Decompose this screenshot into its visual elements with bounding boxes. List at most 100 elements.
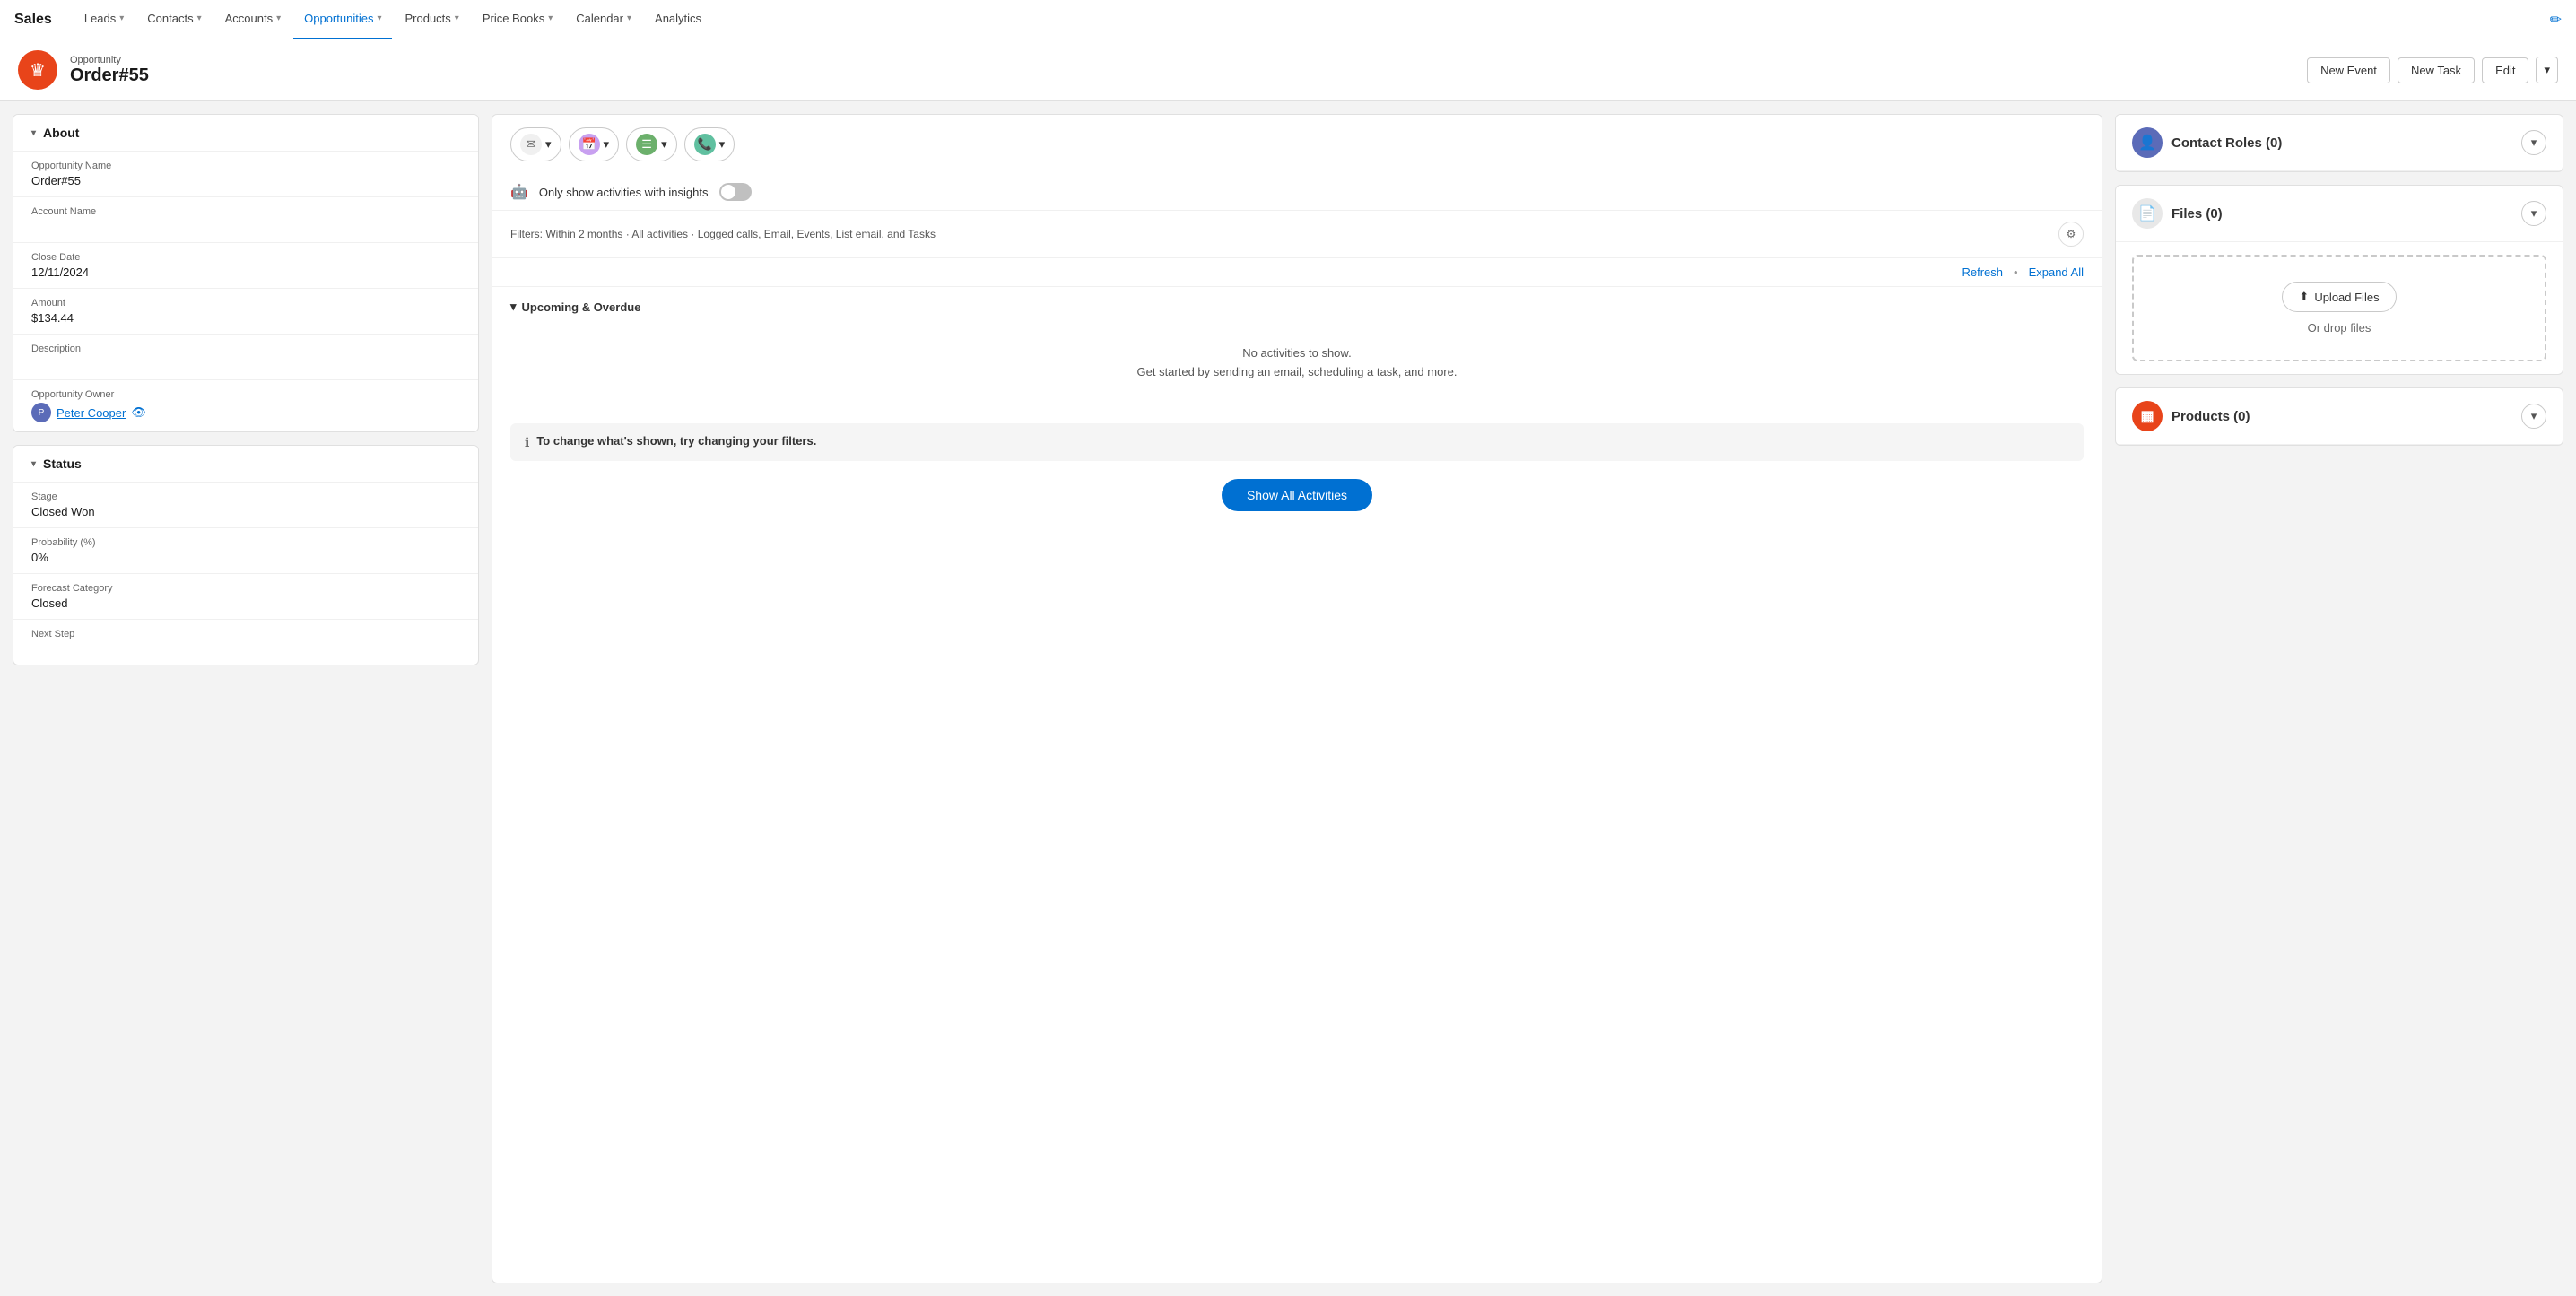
files-dropdown[interactable]: ▾ [2521,201,2546,226]
show-all-activities-button[interactable]: Show All Activities [1222,479,1372,511]
field-label: Forecast Category [31,583,460,594]
change-filters-bar: ℹ To change what's shown, try changing y… [510,423,2084,461]
field-next-step: Next Step ✏ [13,620,478,665]
about-section-header[interactable]: ▾ About [13,115,478,152]
nav-label-analytics: Analytics [655,12,701,25]
main-content: ▾ About Opportunity Name Order#55 ✏ Acco… [0,101,2576,1296]
page-header: ♛ Opportunity Order#55 New Event New Tas… [0,39,2576,101]
field-label: Opportunity Name [31,161,460,171]
nav-item-analytics[interactable]: Analytics [644,0,712,39]
refresh-bar: Refresh • Expand All [492,258,2102,287]
status-section-header[interactable]: ▾ Status [13,446,478,483]
nav-item-price-books[interactable]: Price Books ▾ [472,0,563,39]
new-task-button[interactable]: New Task [2398,57,2475,83]
drop-text: Or drop files [2152,321,2527,335]
products-dropdown[interactable]: ▾ [2521,404,2546,429]
toggle-knob [721,185,735,199]
refresh-link[interactable]: Refresh [1962,265,2003,279]
upcoming-header[interactable]: ▾ Upcoming & Overdue [510,300,2084,314]
products-title: ▦ Products (0) [2132,401,2250,431]
separator: • [2014,265,2018,279]
right-panel: 👤 Contact Roles (0) ▾ 📄 Files (0) ▾ ⬆ Up… [2115,114,2563,1283]
insights-bar: 🤖 Only show activities with insights [492,174,2102,211]
nav-label-accounts: Accounts [225,12,273,25]
field-value: $134.44 [31,311,460,325]
nav-items: Leads ▾ Contacts ▾ Accounts ▾ Opportunit… [74,0,2550,39]
phone-activity-button[interactable]: 📞 ▾ [684,127,735,161]
breadcrumb: Opportunity [70,55,149,65]
contact-roles-header: 👤 Contact Roles (0) ▾ [2116,115,2563,171]
nav-item-contacts[interactable]: Contacts ▾ [136,0,212,39]
calendar-icon: 📅 [579,134,600,155]
edit-icon[interactable]: ✏ [2550,11,2562,29]
email-activity-button[interactable]: ✉ ▾ [510,127,561,161]
chevron-icon: ▾ [604,137,610,152]
chevron-icon: ▾ [197,13,202,23]
field-value [31,357,460,370]
nav-item-opportunities[interactable]: Opportunities ▾ [293,0,392,39]
nav-label-contacts: Contacts [147,12,193,25]
nav-bar: Sales Leads ▾ Contacts ▾ Accounts ▾ Oppo… [0,0,2576,39]
field-stage: Stage Closed Won ✏ [13,483,478,528]
products-label: Products (0) [2171,409,2250,424]
contact-roles-dropdown[interactable]: ▾ [2521,130,2546,155]
upload-files-button[interactable]: ⬆ Upload Files [2282,282,2396,312]
phone-icon: 📞 [694,134,716,155]
edit-button[interactable]: Edit [2482,57,2528,83]
insights-toggle[interactable] [719,183,752,201]
field-value: 0% [31,551,460,564]
change-filters-text: To change what's shown, try changing you… [536,434,816,448]
field-value-row: P Peter Cooper 👁 [31,403,460,422]
chevron-icon: ▾ [719,137,726,152]
products-panel: ▦ Products (0) ▾ [2115,387,2563,446]
nav-item-products[interactable]: Products ▾ [394,0,469,39]
files-icon: 📄 [2132,198,2163,229]
owner-link[interactable]: Peter Cooper [57,406,126,420]
nav-label-opportunities: Opportunities [304,12,373,25]
chevron-icon: ▾ [455,13,459,23]
info-icon: ℹ [525,435,529,450]
contact-roles-panel: 👤 Contact Roles (0) ▾ [2115,114,2563,172]
nav-item-leads[interactable]: Leads ▾ [74,0,135,39]
products-icon: ▦ [2132,401,2163,431]
upload-label: Upload Files [2314,291,2379,304]
field-value: Closed Won [31,505,460,518]
about-panel: ▾ About Opportunity Name Order#55 ✏ Acco… [13,114,479,432]
list-activity-button[interactable]: ☰ ▾ [626,127,677,161]
gear-button[interactable]: ⚙ [2058,222,2084,247]
contact-roles-label: Contact Roles (0) [2171,135,2282,151]
new-event-button[interactable]: New Event [2307,57,2390,83]
field-label: Account Name [31,206,460,217]
field-opportunity-name: Opportunity Name Order#55 ✏ [13,152,478,197]
list-icon: ☰ [636,134,657,155]
field-label: Description [31,344,460,354]
activity-panel: ✉ ▾ 📅 ▾ ☰ ▾ 📞 ▾ 🤖 Only show activities w… [492,114,2102,1283]
field-label: Stage [31,491,460,502]
status-panel: ▾ Status Stage Closed Won ✏ Probability … [13,445,479,665]
upcoming-label: Upcoming & Overdue [522,300,641,314]
filters-text: Filters: Within 2 months · All activitie… [510,228,2051,240]
no-activities-line1: No activities to show. [519,344,2075,363]
field-probability: Probability (%) 0% ✏ [13,528,478,574]
calendar-activity-button[interactable]: 📅 ▾ [569,127,620,161]
products-header: ▦ Products (0) ▾ [2116,388,2563,445]
toggle-icon: ▾ [31,128,36,138]
field-opportunity-owner: Opportunity Owner P Peter Cooper 👁 👤 [13,380,478,431]
chevron-icon: ▾ [276,13,281,23]
field-value [31,642,460,656]
upcoming-section: ▾ Upcoming & Overdue No activities to sh… [492,287,2102,413]
insights-label: Only show activities with insights [539,186,709,199]
more-actions-button[interactable]: ▾ [2536,57,2558,83]
files-panel: 📄 Files (0) ▾ ⬆ Upload Files Or drop fil… [2115,185,2563,375]
field-label: Probability (%) [31,537,460,548]
files-label: Files (0) [2171,206,2223,222]
contact-roles-icon: 👤 [2132,127,2163,158]
nav-item-calendar[interactable]: Calendar ▾ [565,0,642,39]
field-label: Amount [31,298,460,309]
files-title: 📄 Files (0) [2132,198,2223,229]
upload-icon: ⬆ [2299,290,2309,304]
about-title: About [43,126,79,140]
expand-all-link[interactable]: Expand All [2029,265,2084,279]
field-close-date: Close Date 12/11/2024 ✏ [13,243,478,289]
nav-item-accounts[interactable]: Accounts ▾ [214,0,292,39]
